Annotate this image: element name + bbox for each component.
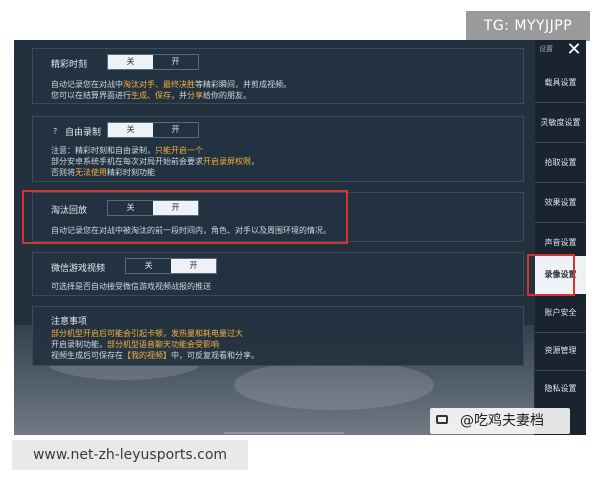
section-title: 精彩时刻	[51, 60, 88, 70]
section-description: 自动记录您在对战中淘汰对手、最终决胜等精彩瞬间，并剪成视频。 您可以在结算界面进…	[51, 80, 291, 100]
free-recording-toggle[interactable]: 关 开	[107, 122, 199, 138]
toggle-on-option[interactable]: 开	[153, 55, 198, 69]
section-wechat-game-video: 微信游戏视频 关 开 可选择是否自动接受微信游戏视频战报的推送	[32, 252, 524, 296]
scroll-indicator	[224, 432, 344, 434]
section-title: 微信游戏视频	[51, 264, 106, 274]
toggle-on-option[interactable]: 开	[153, 123, 198, 137]
toggle-off-option[interactable]: 关	[126, 259, 171, 273]
highlight-moments-toggle[interactable]: 关 开	[107, 54, 199, 70]
toggle-off-option[interactable]: 关	[108, 123, 153, 137]
section-title: 注意事项	[51, 317, 88, 327]
section-title: 自由录制	[65, 128, 102, 138]
toggle-on-option[interactable]: 开	[171, 259, 216, 273]
help-icon[interactable]: ?	[53, 127, 57, 136]
author-watermark-bar: @吃鸡夫妻档	[430, 408, 570, 434]
section-description: 可选择是否自动接受微信游戏视频战报的推送	[51, 282, 211, 291]
section-description: 注意：精彩时刻和自由录制，只能开启一个 部分安卓系统手机在每次对局开始前会要求开…	[51, 146, 259, 177]
url-watermark: www.net-zh-leyusports.com	[12, 440, 248, 470]
sidebar-item-pickup[interactable]: 拾取设置	[535, 144, 586, 182]
cloud-decoration	[234, 360, 434, 410]
author-watermark: @吃鸡夫妻档	[460, 413, 544, 429]
sidebar-item-resource-management[interactable]: 资源管理	[535, 332, 586, 370]
sidebar-item-vehicle[interactable]: 载具设置	[535, 64, 586, 102]
video-camera-icon	[436, 415, 448, 424]
settings-header-label: 设置	[539, 45, 553, 53]
section-highlight-moments: 精彩时刻 关 开 自动记录您在对战中淘汰对手、最终决胜等精彩瞬间，并剪成视频。 …	[32, 48, 524, 104]
wechat-game-video-toggle[interactable]: 关 开	[125, 258, 217, 274]
sidebar-item-privacy[interactable]: 隐私设置	[535, 370, 586, 408]
sidebar-item-sensitivity[interactable]: 灵敏度设置	[535, 104, 586, 142]
annotation-sidebar-box	[527, 254, 575, 296]
game-settings-window: 精彩时刻 关 开 自动记录您在对战中淘汰对手、最终决胜等精彩瞬间，并剪成视频。 …	[14, 40, 586, 435]
sidebar-item-effects[interactable]: 效果设置	[535, 184, 586, 222]
toggle-off-option[interactable]: 关	[108, 55, 153, 69]
close-icon[interactable]: ✕	[564, 40, 584, 60]
section-description: 部分机型开启后可能会引起卡顿，发热量和耗电量过大 开启录制功能，部分机型语音聊天…	[51, 329, 259, 360]
annotation-highlight-box	[22, 190, 348, 244]
section-notes: 注意事项 部分机型开启后可能会引起卡顿，发热量和耗电量过大 开启录制功能，部分机…	[32, 306, 524, 366]
sidebar-item-account-security[interactable]: 账户安全	[535, 294, 586, 332]
settings-sidebar: 设置 载具设置 灵敏度设置 拾取设置 效果设置 声音设置 录像设置 账户安全 资…	[535, 40, 586, 435]
section-free-recording: ? 自由录制 关 开 注意：精彩时刻和自由录制，只能开启一个 部分安卓系统手机在…	[32, 116, 524, 182]
tg-watermark: TG: MYYJJPP	[466, 11, 590, 41]
